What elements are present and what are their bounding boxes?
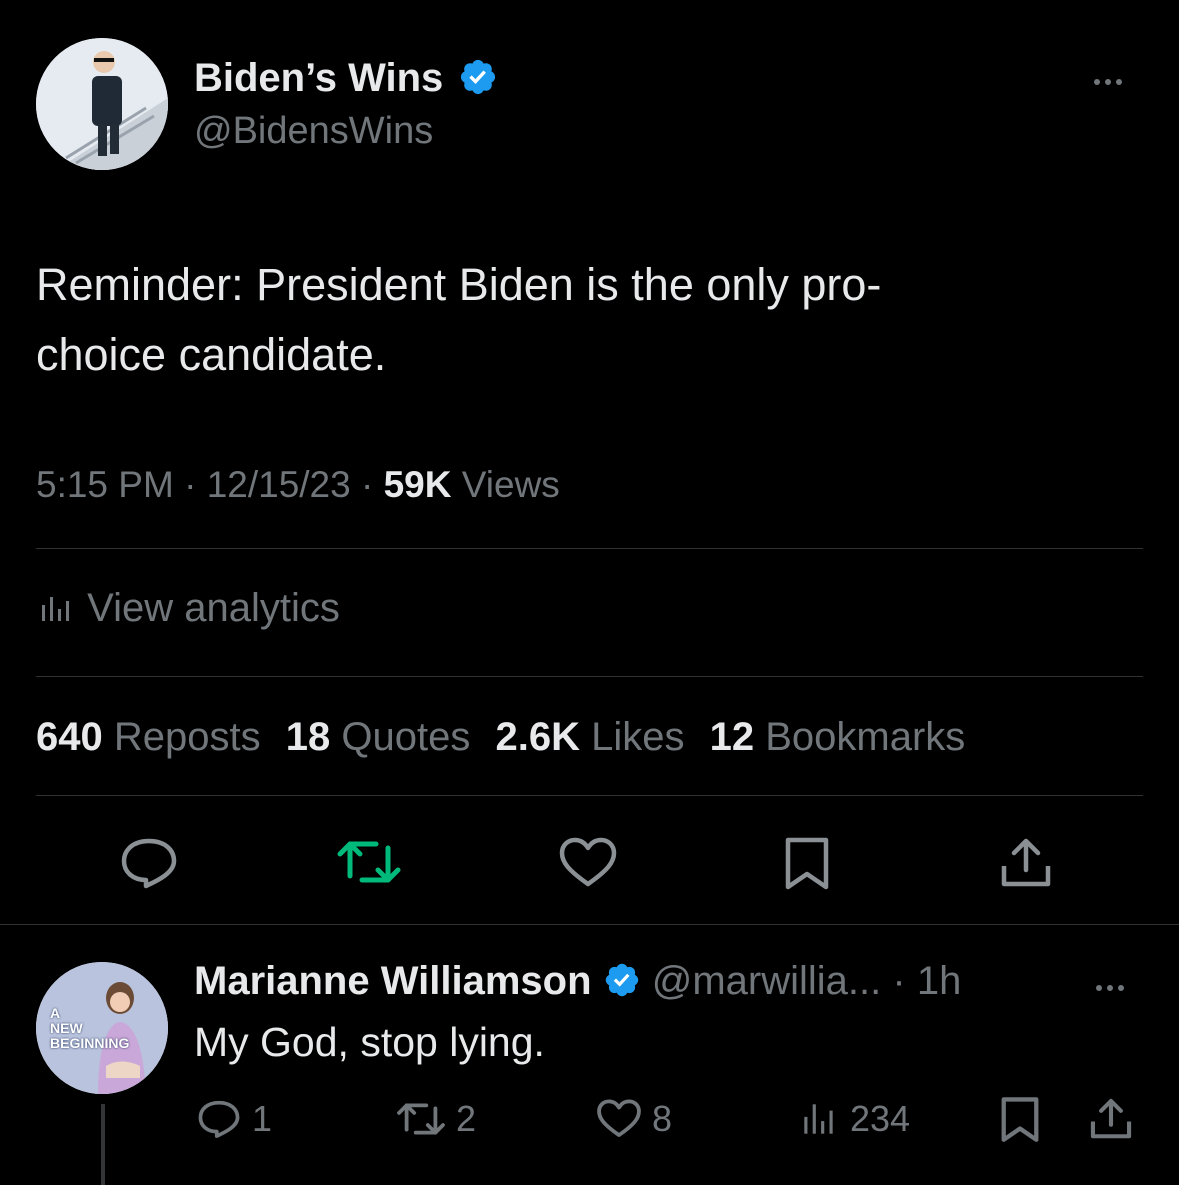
avatar-caption: A NEW BEGINNING: [50, 1006, 129, 1051]
reposts-count: 640: [36, 715, 103, 759]
view-analytics-label[interactable]: View analytics: [87, 586, 340, 630]
like-icon: [597, 1099, 641, 1138]
reply-bookmark-icon[interactable]: [1000, 1096, 1040, 1144]
tweet-text: Reminder: President Biden is the only pr…: [36, 250, 1146, 390]
reply-action-replies[interactable]: 1: [196, 1096, 272, 1146]
engagement-stats: 640 Reposts 18 Quotes 2.6K Likes 12 Book…: [36, 712, 965, 762]
divider: [36, 548, 1143, 549]
quotes-label: Quotes: [341, 715, 471, 759]
author-name-row[interactable]: Biden’s Wins: [194, 54, 498, 102]
thread-line: [101, 1104, 105, 1185]
share-icon[interactable]: [998, 836, 1054, 890]
more-icon[interactable]: [1094, 72, 1127, 90]
reply-author-name[interactable]: Marianne Williamson: [194, 959, 592, 1003]
tweet-meta: 5:15 PM · 12/15/23 · 59K Views: [36, 464, 560, 505]
reply-text: My God, stop lying.: [194, 1019, 545, 1065]
avatar-caption-line-2: NEW: [50, 1020, 83, 1036]
bookmarks-stat[interactable]: 12 Bookmarks: [710, 715, 966, 759]
reply-action-reposts[interactable]: 2: [396, 1096, 476, 1146]
author-avatar[interactable]: [36, 38, 168, 170]
verified-badge-icon: [605, 964, 638, 997]
reply-avatar[interactable]: A NEW BEGINNING: [36, 962, 168, 1094]
author-handle[interactable]: @BidensWins: [194, 108, 433, 154]
likes-stat[interactable]: 2.6K Likes: [495, 715, 695, 759]
reply-replies-count: 1: [252, 1098, 273, 1139]
analytics-icon: [804, 1104, 833, 1135]
view-analytics-link[interactable]: View analytics: [36, 584, 340, 632]
quotes-stat[interactable]: 18 Quotes: [286, 715, 482, 759]
reply-author-handle[interactable]: @marwillia...: [652, 959, 882, 1003]
repost-icon: [397, 1103, 445, 1136]
reply-icon: [198, 1101, 240, 1139]
bookmark-icon[interactable]: [784, 836, 830, 892]
bookmarks-label: Bookmarks: [765, 715, 966, 759]
views-label: Views: [461, 464, 560, 505]
bookmarks-count: 12: [709, 715, 755, 759]
views-count: 59K: [383, 464, 452, 505]
divider: [36, 795, 1143, 796]
section-divider: [0, 924, 1179, 925]
author-name[interactable]: Biden’s Wins: [194, 56, 443, 100]
reply-header: Marianne Williamson @marwillia... · 1h: [194, 959, 962, 1003]
reposts-label: Reposts: [113, 715, 261, 759]
reply-time[interactable]: 1h: [917, 959, 962, 1003]
reply-likes-count: 8: [652, 1098, 673, 1139]
avatar-caption-line-3: BEGINNING: [50, 1035, 130, 1051]
like-icon[interactable]: [558, 836, 618, 890]
repost-icon[interactable]: [336, 836, 402, 888]
analytics-icon: [42, 597, 69, 622]
avatar-caption-line-1: A: [50, 1005, 61, 1021]
tweet-text-line-1: Reminder: President Biden is the only pr…: [36, 259, 882, 310]
verified-badge-icon: [461, 60, 496, 95]
avatar-photo: [36, 38, 168, 170]
reply-reposts-count: 2: [456, 1098, 477, 1139]
reply-action-views[interactable]: 234: [798, 1096, 910, 1146]
tweet-time[interactable]: 5:15 PM: [36, 464, 174, 505]
reply-more-icon[interactable]: [1096, 978, 1129, 996]
divider: [36, 676, 1143, 677]
reply-views-count: 234: [850, 1098, 911, 1139]
likes-count: 2.6K: [495, 715, 580, 759]
tweet-date[interactable]: 12/15/23: [207, 464, 351, 505]
reply-action-likes[interactable]: 8: [596, 1096, 672, 1146]
reply-share-icon[interactable]: [1088, 1096, 1134, 1142]
tweet-text-line-2: choice candidate.: [36, 329, 387, 380]
reply-icon[interactable]: [118, 836, 180, 890]
reposts-stat[interactable]: 640 Reposts: [36, 715, 272, 759]
likes-label: Likes: [591, 715, 685, 759]
quotes-count: 18: [285, 715, 331, 759]
